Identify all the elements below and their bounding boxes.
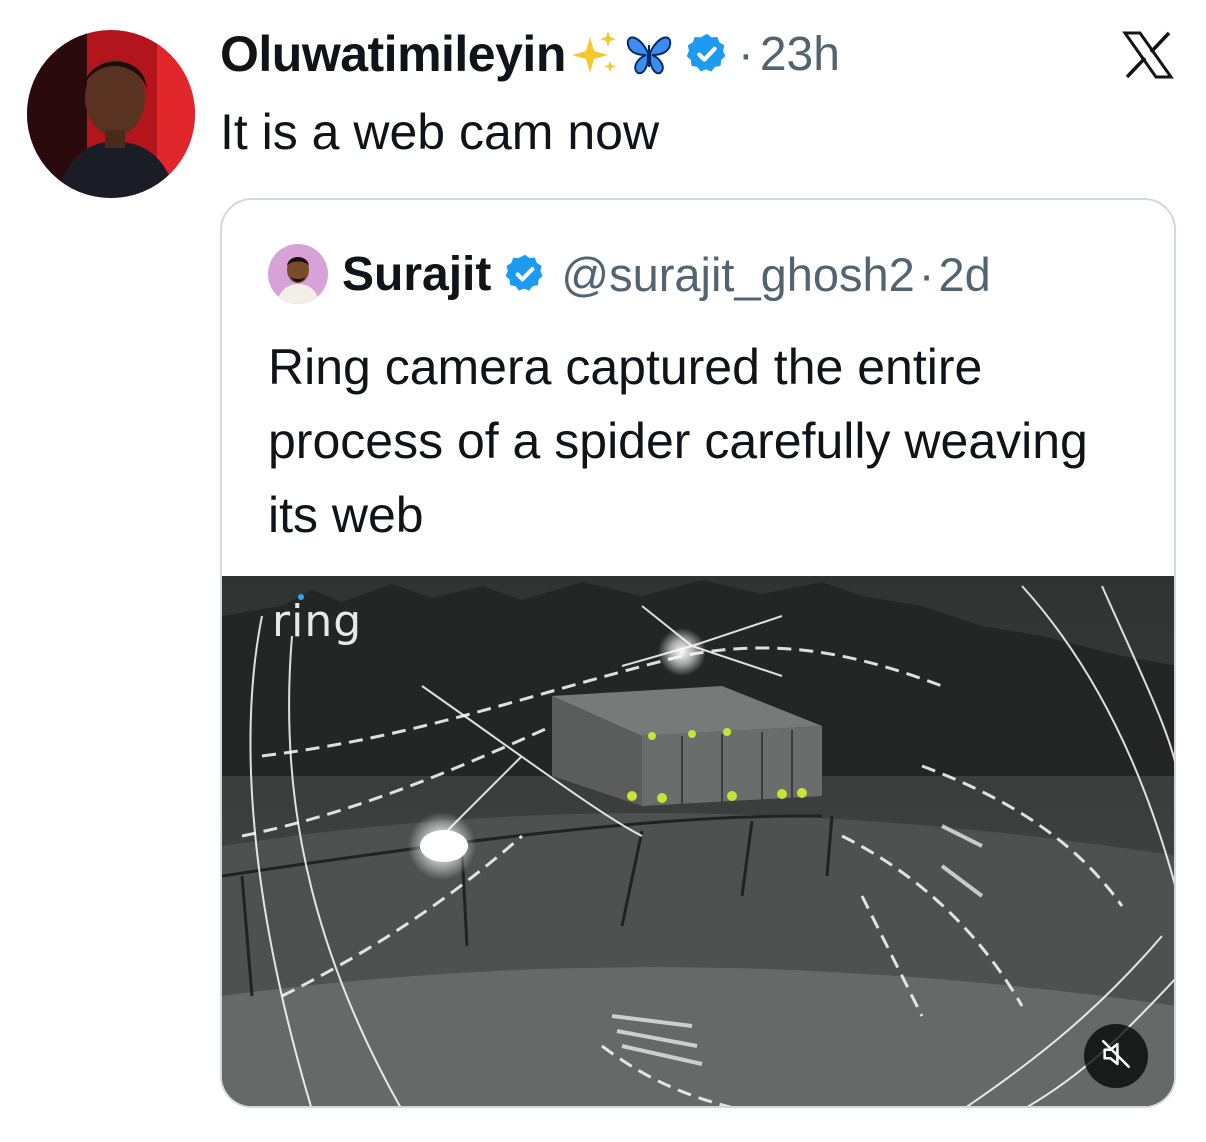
header-separator: · [737, 27, 754, 81]
quoted-header-separator: · [918, 247, 935, 301]
butterfly-icon [624, 29, 674, 79]
quoted-author-avatar [268, 244, 328, 304]
verified-badge-icon [684, 31, 730, 77]
quoted-author-handle: @surajit_ghosh2 [561, 247, 915, 301]
video-frame [222, 576, 1174, 1106]
quoted-tweet-text: Ring camera captured the entire process … [268, 339, 1088, 543]
author-display-name[interactable]: Oluwatimileyin [220, 25, 566, 83]
quoted-tweet-timestamp: 2d [938, 247, 991, 301]
x-logo-icon[interactable] [1122, 30, 1174, 80]
tweet-header: Oluwatimileyin · 23h [220, 18, 840, 90]
ring-watermark: ring [272, 596, 363, 647]
quoted-tweet-card[interactable]: Surajit @surajit_ghosh2 · 2d Ring camera… [220, 198, 1176, 1108]
tweet-text: It is a web cam now [220, 104, 660, 160]
muted-speaker-icon [1099, 1037, 1133, 1076]
author-avatar[interactable] [27, 30, 195, 198]
tweet-timestamp[interactable]: 23h [760, 27, 840, 82]
verified-badge-icon [503, 252, 547, 296]
video-player[interactable]: ring [222, 576, 1174, 1106]
mute-button[interactable] [1084, 1024, 1148, 1088]
quoted-tweet-header: Surajit @surajit_ghosh2 · 2d [268, 244, 991, 304]
sparkles-icon [570, 29, 620, 79]
quoted-author-display-name: Surajit [342, 247, 492, 301]
